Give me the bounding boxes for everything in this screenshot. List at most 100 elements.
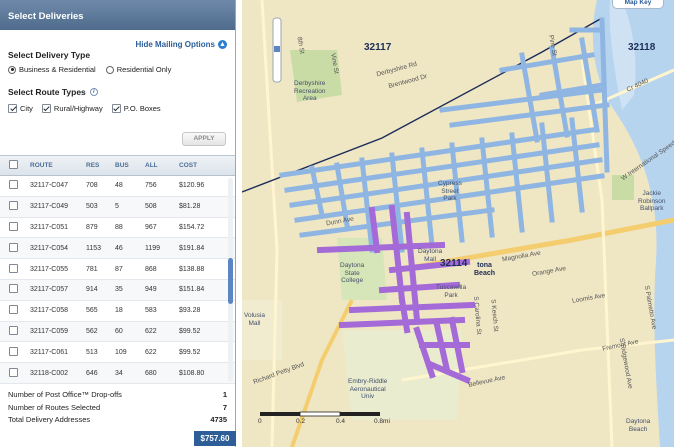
- place-name: Daytona State College: [340, 262, 365, 284]
- column-header-res[interactable]: RES: [86, 162, 115, 169]
- checkbox-checked-icon[interactable]: [41, 104, 51, 113]
- place-tuscawilla-park: Tuscawilla Park: [436, 284, 466, 299]
- table-row[interactable]: 32117-C057 914 35 949 $151.84: [0, 279, 235, 301]
- checkbox-rural-highway[interactable]: Rural/Highway: [41, 104, 103, 113]
- row-checkbox-icon[interactable]: [9, 263, 18, 273]
- checkbox-label: Rural/Highway: [53, 104, 103, 113]
- row-checkbox-icon[interactable]: [9, 201, 18, 211]
- place-embry-riddle: Embry-Riddle Aeronautical Univ: [348, 378, 387, 401]
- cell-bus: 46: [115, 244, 123, 252]
- checkbox-po-boxes[interactable]: P.O. Boxes: [111, 104, 161, 113]
- place-daytona-beach-south: Daytona Beach: [626, 418, 650, 433]
- column-header-bus[interactable]: BUS: [115, 162, 145, 169]
- place-derbyshire: Derbyshire Recreation Area: [294, 80, 325, 103]
- checkbox-label: P.O. Boxes: [123, 104, 161, 113]
- collapse-up-icon[interactable]: ▲: [218, 40, 227, 49]
- cell-all: 949: [145, 286, 157, 294]
- radio-residential-only[interactable]: Residential Only: [105, 65, 172, 74]
- panel-title: Select Deliveries: [0, 0, 235, 30]
- row-checkbox-icon[interactable]: [9, 367, 18, 377]
- row-checkbox-icon[interactable]: [9, 346, 18, 356]
- row-checkbox-icon[interactable]: [9, 242, 18, 252]
- cell-all: 622: [145, 327, 157, 335]
- map-key-button[interactable]: Map Key: [612, 0, 664, 9]
- column-header-all[interactable]: ALL: [145, 162, 179, 169]
- table-row[interactable]: 32117-C061 513 109 622 $99.52: [0, 342, 235, 364]
- table-body: 32117-C047 708 48 756 $120.96 32117-C049 503 5…: [0, 176, 235, 384]
- cell-cost: $99.52: [179, 348, 201, 356]
- checkbox-checked-icon[interactable]: [111, 104, 121, 113]
- info-icon[interactable]: i: [89, 88, 98, 96]
- route-map[interactable]: Map Key 32117 32118 32114 Derbyshire Rec…: [242, 0, 674, 447]
- hide-mailing-options-link[interactable]: Hide Mailing Options ▲: [135, 40, 227, 49]
- cell-bus: 5: [115, 203, 119, 211]
- cell-cost: $99.52: [179, 327, 201, 335]
- cell-route: 32117-C061: [30, 348, 69, 356]
- cell-res: 503: [86, 203, 98, 211]
- table-row[interactable]: 32117-C049 503 5 508 $81.28: [0, 196, 235, 218]
- table-row[interactable]: 32117-C051 879 88 967 $154.72: [0, 218, 235, 239]
- cell-route: 32118-C002: [30, 369, 69, 377]
- cell-cost: $81.28: [179, 203, 201, 211]
- place-name: Daytona Mall: [418, 248, 443, 263]
- scrollbar-thumb[interactable]: [228, 258, 233, 304]
- cell-res: 781: [86, 265, 98, 273]
- zip-label-32114: 32114: [440, 258, 468, 269]
- hide-options-label[interactable]: Hide Mailing Options: [135, 40, 215, 49]
- summary-addresses: Total Delivery Addresses 4735: [0, 414, 235, 427]
- cell-bus: 34: [115, 369, 123, 377]
- table-row[interactable]: 32117-C059 562 60 622 $99.52: [0, 321, 235, 343]
- cell-cost: $108.80: [179, 369, 205, 377]
- delivery-type-options: Business & Residential Residential Only: [8, 65, 171, 74]
- table-scrollbar[interactable]: [228, 178, 233, 382]
- post-office-value: 1: [222, 389, 227, 399]
- radio-label: Residential Only: [116, 65, 172, 74]
- select-all-checkbox-icon[interactable]: [9, 160, 18, 169]
- radio-business-residential[interactable]: Business & Residential: [8, 65, 96, 74]
- checkbox-city[interactable]: City: [8, 104, 33, 113]
- route-types-label: Select Route Types: [8, 87, 86, 97]
- scale-label: 0.4: [336, 418, 346, 425]
- summary-routes: Number of Routes Selected 7: [0, 401, 235, 414]
- select-all-cell[interactable]: [0, 160, 30, 171]
- cell-all: 868: [145, 265, 157, 273]
- radio-selected-icon[interactable]: [8, 65, 16, 74]
- checkbox-label: City: [20, 104, 33, 113]
- row-checkbox-icon[interactable]: [9, 180, 18, 190]
- zoom-control[interactable]: [272, 17, 282, 83]
- column-header-route[interactable]: ROUTE: [30, 162, 86, 169]
- radio-unselected-icon[interactable]: [105, 65, 114, 74]
- row-checkbox-icon[interactable]: [9, 325, 18, 335]
- addresses-label: Total Delivery Addresses: [8, 415, 91, 425]
- table-header-row: ROUTE RES BUS ALL COST: [0, 156, 235, 176]
- apply-button[interactable]: APPLY: [182, 132, 226, 146]
- map-canvas[interactable]: [242, 0, 674, 447]
- cell-res: 1153: [86, 244, 102, 252]
- column-header-cost[interactable]: COST: [179, 162, 219, 169]
- table-row[interactable]: 32117-C058 565 18 583 $93.28: [0, 301, 235, 322]
- table-row[interactable]: 32117-C054 1153 46 1199 $191.84: [0, 238, 235, 260]
- place-name: Cypress Street Park: [438, 180, 462, 202]
- addresses-value: 4735: [210, 415, 227, 425]
- row-checkbox-icon[interactable]: [9, 284, 18, 294]
- cell-res: 708: [86, 182, 98, 190]
- selection-summary: Number of Post Office™ Drop-offs 1 Numbe…: [0, 388, 235, 426]
- row-checkbox-icon[interactable]: [9, 221, 18, 231]
- table-row[interactable]: 32117-C055 781 87 868 $138.88: [0, 259, 235, 280]
- place-daytona-mall: Daytona Mall: [418, 248, 442, 263]
- routes-label: Number of Routes Selected: [8, 402, 101, 412]
- place-name: Tuscawilla Park: [436, 284, 467, 299]
- scale-label: 0.8mi: [374, 418, 390, 425]
- place-jackie-robinson: Jackie Robinson Ballpark: [638, 190, 665, 213]
- cell-bus: 88: [115, 223, 123, 231]
- summary-post-office: Number of Post Office™ Drop-offs 1: [0, 388, 235, 401]
- table-row[interactable]: 32117-C047 708 48 756 $120.96: [0, 176, 235, 197]
- cell-all: 680: [145, 369, 157, 377]
- table-row[interactable]: 32118-C002 646 34 680 $108.80: [0, 363, 235, 384]
- cell-route: 32117-C054: [30, 244, 69, 252]
- row-checkbox-icon[interactable]: [9, 305, 18, 315]
- checkbox-checked-icon[interactable]: [8, 104, 17, 113]
- cell-route: 32117-C059: [30, 327, 69, 335]
- cell-route: 32117-C047: [30, 182, 69, 190]
- cell-res: 914: [86, 286, 98, 294]
